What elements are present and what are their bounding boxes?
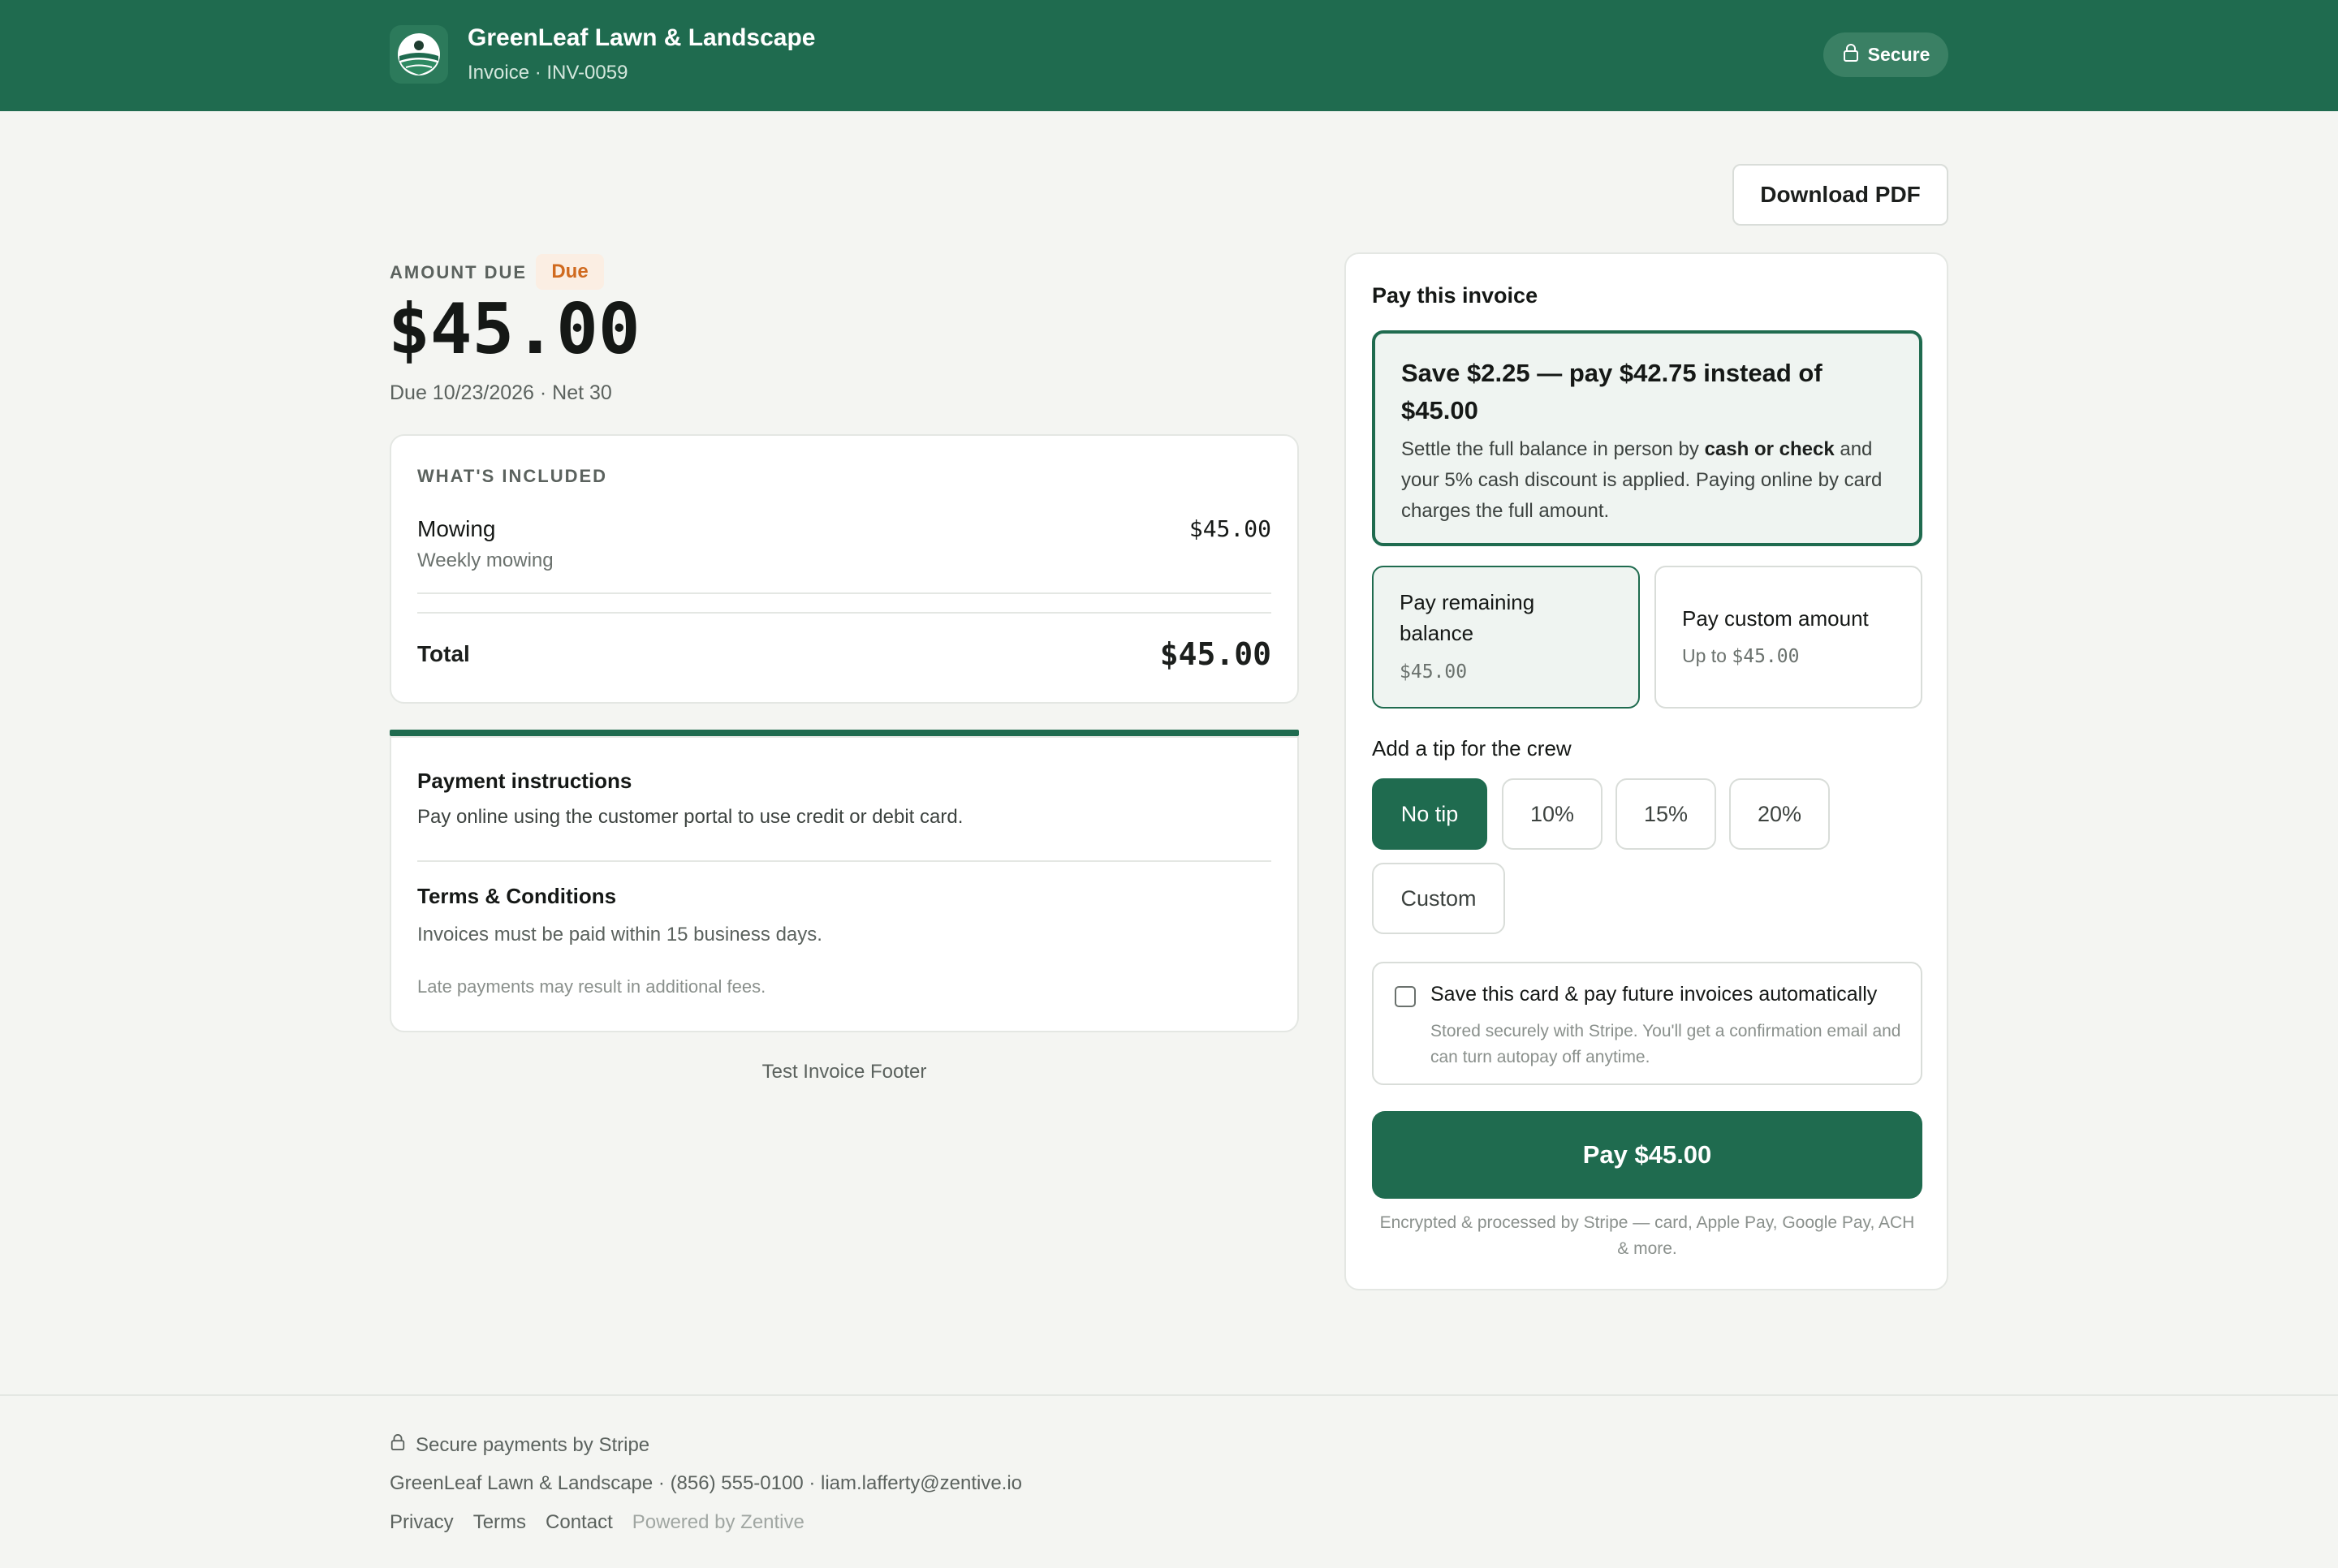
discount-method: cash or check bbox=[1704, 438, 1835, 460]
stripe-note: Encrypted & processed by Stripe — card, … bbox=[1379, 1213, 1915, 1258]
tip-10-button[interactable]: 10% bbox=[1502, 778, 1603, 850]
included-card: WHAT'S INCLUDED Mowing Weekly mowing $45… bbox=[390, 434, 1299, 704]
footer-secure: Secure payments by Stripe bbox=[390, 1433, 649, 1457]
tip-custom-button[interactable]: Custom bbox=[1372, 863, 1505, 934]
autopay-checkbox[interactable] bbox=[1395, 986, 1416, 1007]
contact-link[interactable]: Contact bbox=[546, 1511, 613, 1534]
due-date: Due 10/23/2026 · Net 30 bbox=[390, 381, 612, 404]
secure-badge: Secure bbox=[1823, 32, 1948, 77]
total-amount: $45.00 bbox=[1159, 636, 1271, 672]
autopay-option[interactable]: Save this card & pay future invoices aut… bbox=[1372, 962, 1922, 1085]
secure-label: Secure bbox=[1867, 44, 1930, 65]
cash-discount-notice: Save $2.25 — pay $42.75 instead of $45.0… bbox=[1372, 330, 1922, 546]
tip-none-button[interactable]: No tip bbox=[1372, 778, 1487, 850]
footer-contact: GreenLeaf Lawn & Landscape · (856) 555-0… bbox=[390, 1472, 1023, 1494]
payment-instructions-text: Pay online using the customer portal to … bbox=[417, 806, 964, 828]
autopay-description: Stored securely with Stripe. You'll get … bbox=[1430, 1022, 1901, 1066]
pay-button[interactable]: Pay $45.00 bbox=[1372, 1111, 1922, 1199]
discount-description: Settle the full balance in person by cas… bbox=[1401, 438, 1883, 522]
invoice-footer-text: Test Invoice Footer bbox=[761, 1061, 927, 1083]
footer-secure-text: Secure payments by Stripe bbox=[416, 1433, 650, 1456]
line-item-description: Weekly mowing bbox=[417, 549, 554, 571]
tip-20-button[interactable]: 20% bbox=[1729, 778, 1830, 850]
powered-by: Powered by Zentive bbox=[632, 1511, 804, 1533]
payment-card: Pay this invoice Save $2.25 — pay $42.75… bbox=[1344, 252, 1948, 1290]
terms-text: Invoices must be paid within 15 business… bbox=[417, 924, 822, 946]
divider bbox=[417, 860, 1271, 862]
status-badge: Due bbox=[536, 254, 604, 290]
option-amount: $45.00 bbox=[1400, 661, 1468, 683]
option-label: Pay remaining balance bbox=[1400, 590, 1535, 645]
amount-due-label: AMOUNT DUE bbox=[390, 262, 528, 282]
autopay-title: Save this card & pay future invoices aut… bbox=[1430, 983, 1878, 1006]
option-label: Pay custom amount bbox=[1682, 606, 1869, 631]
divider bbox=[417, 592, 1271, 594]
accent-rule bbox=[390, 730, 1299, 736]
amount-due-value: $45.00 bbox=[388, 289, 641, 370]
tip-15-button[interactable]: 15% bbox=[1615, 778, 1716, 850]
option-pay-custom[interactable]: Pay custom amount Up to $45.00 bbox=[1654, 566, 1922, 709]
discount-title: Save $2.25 — pay $42.75 instead of $45.0… bbox=[1401, 359, 1823, 424]
payment-card-title: Pay this invoice bbox=[1372, 283, 1538, 308]
terms-link[interactable]: Terms bbox=[473, 1511, 526, 1534]
total-label: Total bbox=[417, 641, 470, 666]
instructions-card: Payment instructions Pay online using th… bbox=[390, 736, 1299, 1032]
divider bbox=[417, 612, 1271, 614]
tip-label: Add a tip for the crew bbox=[1372, 736, 1572, 760]
download-pdf-button[interactable]: Download PDF bbox=[1732, 164, 1948, 226]
payment-instructions-title: Payment instructions bbox=[417, 769, 632, 793]
invoice-number: Invoice · INV-0059 bbox=[468, 62, 628, 84]
business-name: GreenLeaf Lawn & Landscape bbox=[468, 24, 816, 51]
lock-icon bbox=[390, 1433, 406, 1457]
option-limit: Up to $45.00 bbox=[1682, 645, 1800, 667]
privacy-link[interactable]: Privacy bbox=[390, 1511, 454, 1534]
footer-links: Privacy Terms Contact Powered by Zentive bbox=[390, 1511, 804, 1534]
top-header: GreenLeaf Lawn & Landscape Invoice · INV… bbox=[0, 0, 2338, 111]
terms-note: Late payments may result in additional f… bbox=[417, 976, 766, 997]
line-item-amount: $45.00 bbox=[1188, 515, 1271, 542]
site-footer: Secure payments by Stripe GreenLeaf Lawn… bbox=[0, 1394, 2338, 1568]
terms-title: Terms & Conditions bbox=[417, 884, 617, 908]
option-pay-remaining[interactable]: Pay remaining balance $45.00 bbox=[1372, 566, 1640, 709]
logo-icon bbox=[390, 25, 448, 84]
line-item-name: Mowing bbox=[417, 516, 496, 541]
lock-icon bbox=[1842, 43, 1860, 67]
included-title: WHAT'S INCLUDED bbox=[417, 466, 608, 486]
